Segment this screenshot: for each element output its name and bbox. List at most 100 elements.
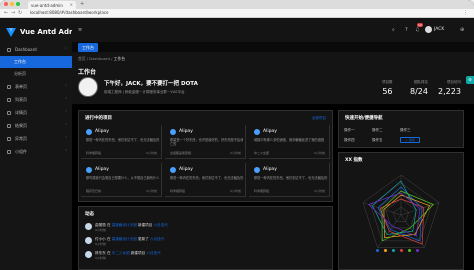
browser-window: vue-antd-admin × + ← → ↻ localhost:8080/… bbox=[0, 0, 474, 270]
stat-value: 8/24 bbox=[410, 87, 428, 96]
back-icon[interactable]: ← bbox=[4, 10, 8, 16]
activity-title: 动态 bbox=[85, 212, 94, 217]
top-header: ≡ ⌕ ? ♫ 12 JACK ⊕ bbox=[72, 18, 474, 42]
close-tab-icon[interactable]: × bbox=[70, 2, 73, 7]
new-tab-icon[interactable]: + bbox=[80, 1, 84, 7]
legend-item[interactable] bbox=[392, 249, 395, 252]
sidebar-item-detail[interactable]: 详情页 ˅ bbox=[0, 107, 72, 119]
sidebar-item-workplace[interactable]: 工作台 bbox=[0, 56, 72, 68]
sidebar-item-result[interactable]: 结果页 ˅ bbox=[0, 120, 72, 132]
sidebar-item-analysis[interactable]: 分析页 bbox=[0, 68, 72, 80]
legend-item[interactable] bbox=[376, 249, 379, 252]
legend-item[interactable] bbox=[384, 249, 387, 252]
username[interactable]: JACK bbox=[434, 27, 444, 32]
activity-target[interactable]: 六月迭代 bbox=[146, 251, 160, 255]
alipay-icon bbox=[254, 167, 260, 173]
project-team[interactable]: 科学搬砖组 bbox=[254, 189, 269, 193]
projects-card: 进行中的项目 全部项目 Alipay 那是一种内在的东西，他们到达不了，也无法触… bbox=[78, 110, 333, 202]
legend-item[interactable] bbox=[408, 249, 411, 252]
sidebar-item-label: 分析页 bbox=[14, 71, 26, 76]
globe-icon[interactable]: ⊕ bbox=[460, 27, 464, 33]
stat-value: 56 bbox=[382, 87, 393, 96]
project-time: 9小时前 bbox=[146, 151, 157, 155]
quicknav-op2[interactable]: 操作二 bbox=[372, 128, 383, 133]
activity-avatar bbox=[85, 251, 92, 258]
activity-user[interactable]: 林东东 bbox=[95, 251, 106, 255]
alipay-icon bbox=[86, 167, 92, 173]
project-team[interactable]: 全组都是吴彦祖 bbox=[170, 151, 191, 155]
breadcrumb-dashboard[interactable]: Dashboard bbox=[89, 56, 110, 61]
address-bar: ← → ↻ localhost:8080/#/dashboard/workpla… bbox=[0, 9, 474, 18]
project-item[interactable]: Alipay 城镇中有那么多的酒馆，她却偏偏走进了我的酒馆 中二少女团 9小时前 bbox=[249, 125, 330, 159]
browser-tab-title: vue-antd-admin bbox=[31, 3, 63, 8]
sidebar-item-form[interactable]: 表单页 ˅ bbox=[0, 81, 72, 93]
menu-fold-icon[interactable]: ≡ bbox=[78, 27, 82, 33]
close-window-icon[interactable] bbox=[4, 2, 8, 6]
project-team[interactable]: 科学搬砖组 bbox=[170, 189, 185, 193]
activity-user[interactable]: 曲丽丽 bbox=[95, 223, 106, 227]
maximize-window-icon[interactable] bbox=[16, 2, 20, 6]
stat-rank: 团队排名 8/24 bbox=[410, 80, 428, 96]
breadcrumb-home[interactable]: 首页 bbox=[78, 56, 86, 61]
activity-user[interactable]: 付小小 bbox=[95, 237, 106, 241]
sidebar-item-list[interactable]: 列表页 ˅ bbox=[0, 94, 72, 106]
reload-icon[interactable]: ↻ bbox=[18, 10, 22, 16]
quicknav-op5[interactable]: 操作五 bbox=[372, 138, 383, 143]
sidebar-item-dashboard[interactable]: Dashboard ˄ bbox=[0, 44, 72, 56]
search-icon[interactable]: ⌕ bbox=[392, 27, 395, 33]
settings-drawer-button[interactable]: ⚙ bbox=[466, 76, 474, 84]
project-item[interactable]: Alipay 那时候我只会想自己想要什么，从不想自己拥有什么 程序员日常 9小时… bbox=[81, 163, 162, 197]
project-time: 9小时前 bbox=[314, 189, 325, 193]
add-quicknav-button[interactable]: + 添加 bbox=[400, 137, 420, 143]
avatar[interactable] bbox=[425, 26, 432, 33]
activity-item: 付小小 在 高逼格设计天团 更新了 六月迭代 9小时前 bbox=[85, 237, 325, 247]
url-field[interactable]: localhost:8080/#/dashboard/workplace bbox=[30, 10, 108, 15]
project-desc: 那是一种内在的东西，他们到达不了，也无法触及的 bbox=[86, 138, 160, 142]
quicknav-op1[interactable]: 操作一 bbox=[344, 128, 355, 133]
sidebar-item-label: 工作台 bbox=[14, 59, 26, 64]
project-item[interactable]: Alipay 那是一种内在的东西，他们到达不了，也无法触及的 科学搬砖组 9小时… bbox=[165, 163, 246, 197]
activity-card: 动态 曲丽丽 在 高逼格设计天团 新建项目 六月迭代 9小时前 付小小 在 高逼… bbox=[78, 206, 333, 270]
logo-icon bbox=[6, 28, 16, 37]
browser-tab[interactable]: vue-antd-admin × bbox=[28, 1, 76, 9]
project-item[interactable]: Alipay 那是一种内在的东西，他们到达不了，也无法触及的 科学搬砖组 9小时… bbox=[249, 163, 330, 197]
minimize-window-icon[interactable] bbox=[10, 2, 14, 6]
project-time: 9小时前 bbox=[314, 151, 325, 155]
browser-menu-icon[interactable]: ⋮ bbox=[463, 10, 468, 16]
quicknav-op4[interactable]: 操作四 bbox=[344, 138, 355, 143]
breadcrumb-current: 工作台 bbox=[113, 56, 125, 61]
project-team[interactable]: 科学搬砖组 bbox=[86, 151, 101, 155]
activity-target[interactable]: 六月迭代 bbox=[154, 223, 168, 227]
project-team[interactable]: 中二少女团 bbox=[254, 151, 269, 155]
forward-icon[interactable]: → bbox=[11, 10, 15, 16]
result-icon bbox=[7, 124, 11, 128]
chevron-down-icon: ˅ bbox=[65, 149, 67, 154]
quicknav-op3[interactable]: 操作三 bbox=[400, 128, 411, 133]
project-team[interactable]: 程序员日常 bbox=[86, 189, 101, 193]
all-projects-link[interactable]: 全部项目 bbox=[312, 116, 326, 121]
activity-project[interactable]: 高逼格设计天团 bbox=[112, 223, 137, 227]
project-name: Alipay bbox=[179, 129, 193, 134]
activity-item: 林东东 在 中二少女团 新建项目 六月迭代 9小时前 bbox=[85, 251, 325, 261]
sidebar-item-components[interactable]: 小组件 ˅ bbox=[0, 146, 72, 158]
component-icon bbox=[7, 150, 11, 154]
project-item[interactable]: Alipay 那是一种内在的东西，他们到达不了，也无法触及的 科学搬砖组 9小时… bbox=[81, 125, 162, 159]
bell-icon[interactable]: ♫ bbox=[415, 27, 419, 33]
legend-item[interactable] bbox=[400, 249, 403, 252]
radar-chart bbox=[362, 174, 440, 248]
browser-tab-strip: vue-antd-admin × + bbox=[0, 0, 474, 9]
project-item[interactable]: Alipay 希望是一个好东西，也许是最好的，好东西是不会消亡的 全组都是吴彦祖… bbox=[165, 125, 246, 159]
tab-workplace[interactable]: 工作台 bbox=[78, 43, 98, 52]
activity-project[interactable]: 中二少女团 bbox=[112, 251, 130, 255]
page-tabs: 工作台 bbox=[72, 42, 474, 52]
page-header: 首页 / Dashboard / 工作台 工作台 下午好，JACK，要不要打一把… bbox=[72, 52, 474, 104]
list-icon bbox=[7, 98, 11, 102]
notice-badge: 12 bbox=[417, 23, 423, 27]
help-icon[interactable]: ? bbox=[405, 27, 408, 33]
project-time: 9小时前 bbox=[230, 151, 241, 155]
activity-project[interactable]: 高逼格设计天团 bbox=[112, 237, 137, 241]
sidebar-item-exception[interactable]: 异常页 ˅ bbox=[0, 133, 72, 145]
activity-target[interactable]: 六月迭代 bbox=[150, 237, 164, 241]
legend-item[interactable] bbox=[416, 249, 419, 252]
activity-action: 在 bbox=[106, 237, 111, 241]
